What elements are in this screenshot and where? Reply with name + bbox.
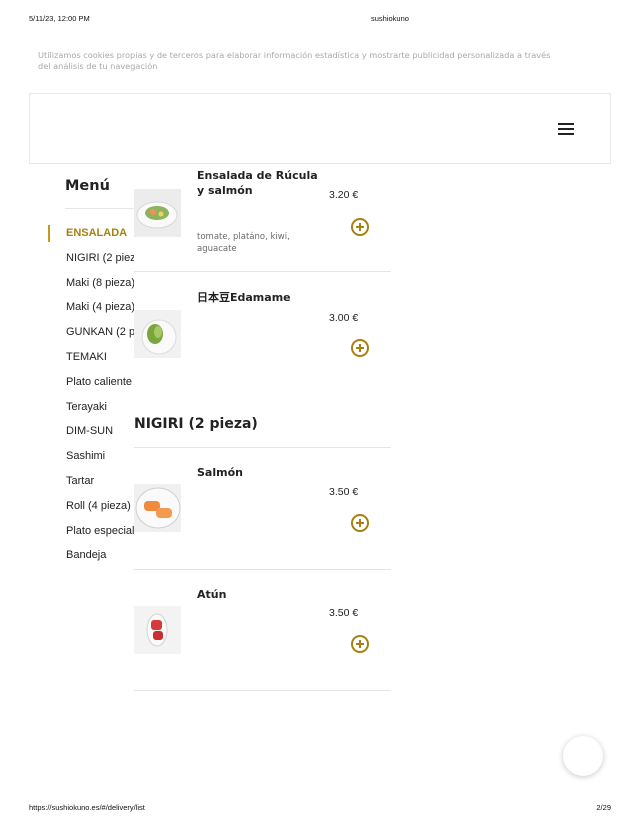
product-price: 3.50 € <box>329 607 359 619</box>
category-heading-nigiri: NIGIRI (2 pieza) <box>134 416 258 432</box>
add-to-cart-button[interactable] <box>351 635 369 653</box>
print-header: 5/11/23, 12:00 PM sushiokuno <box>29 14 611 26</box>
sidebar-item-bandeja[interactable]: Bandeja <box>66 547 134 572</box>
product-image-edamame[interactable] <box>134 310 181 358</box>
sidebar-item-plato-especial[interactable]: Plato especial <box>66 523 134 548</box>
sidebar-item-terayaki[interactable]: Terayaki <box>66 399 134 424</box>
sidebar-item-nigiri[interactable]: NIGIRI (2 pieza) <box>66 250 134 275</box>
sidebar-item-roll[interactable]: Roll (4 pieza) <box>66 498 134 523</box>
product-image-atun[interactable] <box>134 606 181 654</box>
print-datetime: 5/11/23, 12:00 PM <box>29 14 90 23</box>
sidebar-item-ensalada[interactable]: ENSALADA <box>66 225 134 250</box>
sidebar-item-maki-4[interactable]: Maki (4 pieza) <box>66 299 134 324</box>
product-price: 3.20 € <box>329 189 359 201</box>
product-image-ensalada[interactable] <box>134 189 181 237</box>
site-header <box>29 93 611 164</box>
product-name: Ensalada de Rúcula y salmón <box>197 169 318 197</box>
active-indicator <box>48 225 50 242</box>
add-to-cart-button[interactable] <box>351 514 369 532</box>
product-price: 3.00 € <box>329 312 359 324</box>
product-divider <box>134 569 391 570</box>
sidebar-item-gunkan[interactable]: GUNKAN (2 pieza) <box>66 324 134 349</box>
product-name: 日本豆Edamame <box>197 291 291 304</box>
product-price: 3.50 € <box>329 486 359 498</box>
cookie-notice: Utilizamos cookies propias y de terceros… <box>38 50 551 71</box>
print-page-number: 2/29 <box>596 803 611 812</box>
product-description: tomate, platáno, kiwi, aguacate <box>197 232 290 254</box>
menu-divider <box>65 208 135 209</box>
product-image-salmon[interactable] <box>134 484 181 532</box>
category-divider <box>134 447 391 448</box>
product-divider <box>134 690 391 691</box>
product-name: Salmón <box>197 466 243 479</box>
menu-title: Menú <box>65 178 110 194</box>
product-name: Atún <box>197 588 227 601</box>
add-to-cart-button[interactable] <box>351 339 369 357</box>
floating-action-button[interactable] <box>563 736 603 776</box>
product-divider <box>134 271 391 272</box>
sidebar-item-temaki[interactable]: TEMAKI <box>66 349 134 374</box>
sidebar-item-tartar[interactable]: Tartar <box>66 473 134 498</box>
sidebar-item-sashimi[interactable]: Sashimi <box>66 448 134 473</box>
add-to-cart-button[interactable] <box>351 218 369 236</box>
sidebar-item-dim-sun[interactable]: DIM-SUN <box>66 423 134 448</box>
sidebar-item-plato-caliente[interactable]: Plato caliente <box>66 374 134 399</box>
print-url: https://sushiokuno.es/#/delivery/list <box>29 803 145 812</box>
sidebar-item-maki-8[interactable]: Maki (8 pieza) <box>66 275 134 300</box>
hamburger-menu-icon[interactable] <box>558 123 574 135</box>
print-footer: https://sushiokuno.es/#/delivery/list 2/… <box>29 803 611 815</box>
category-sidebar: ENSALADA NIGIRI (2 pieza) Maki (8 pieza)… <box>66 225 134 572</box>
print-title: sushiokuno <box>371 14 409 23</box>
